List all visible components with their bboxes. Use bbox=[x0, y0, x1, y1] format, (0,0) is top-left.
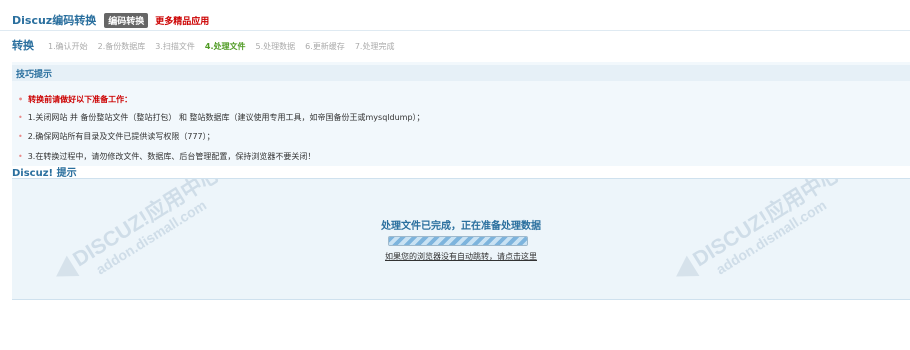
more-apps-link[interactable]: 更多精品应用 bbox=[155, 14, 209, 27]
redirect-link[interactable]: 如果您的浏览器没有自动跳转，请点击这里 bbox=[12, 251, 910, 262]
step-scan-files: 3.扫描文件 bbox=[155, 42, 195, 51]
tip-text: 3.在转换过程中，请勿修改文件、数据库、后台管理配置，保持浏览器不要关闭！ bbox=[27, 152, 316, 161]
tip-item-warning: • 转换前请做好以下准备工作： bbox=[18, 94, 132, 105]
bullet-icon: • bbox=[18, 113, 23, 122]
tip-item-2: • 2.确保网站所有目录及文件已提供读写权限（777）； bbox=[18, 131, 215, 142]
step-process-data: 5.处理数据 bbox=[255, 42, 296, 51]
tip-item-3: • 3.在转换过程中，请勿修改文件、数据库、后台管理配置，保持浏览器不要关闭！ bbox=[18, 151, 315, 162]
app-header: Discuz编码转换 编码转换 更多精品应用 bbox=[12, 12, 209, 28]
watermark-left: DISCUZ!应用中心 | 贰道 addon.dismall.com bbox=[56, 179, 275, 278]
tip-text: 1.关闭网站 并 备份整站文件（整站打包） 和 整站数据库（建议使用专用工具，如… bbox=[27, 113, 425, 122]
progress-bar bbox=[388, 236, 528, 246]
bullet-icon: • bbox=[18, 95, 24, 104]
status-message: 处理文件已完成，正在准备处理数据 bbox=[381, 221, 541, 232]
tips-panel: 技巧提示 • 转换前请做好以下准备工作： • 1.关闭网站 并 备份整站文件（整站打… bbox=[12, 62, 910, 166]
tip-text: 转换前请做好以下准备工作： bbox=[28, 95, 133, 104]
tips-title: 技巧提示 bbox=[16, 70, 53, 80]
step-navigation: 转换 1.确认开始 2.备份数据库 3.扫描文件 4.处理文件 5.处理数据 6… bbox=[12, 37, 404, 53]
tip-item-1: • 1.关闭网站 并 备份整站文件（整站打包） 和 整站数据库（建议使用专用工具，… bbox=[18, 112, 425, 123]
step-update-cache: 6.更新缓存 bbox=[305, 42, 345, 51]
notice-box: DISCUZ!应用中心 | 贰道 addon.dismall.com DISCU… bbox=[12, 178, 910, 300]
progress-fill bbox=[389, 237, 527, 245]
tips-title-bar: 技巧提示 bbox=[12, 65, 910, 81]
module-badge[interactable]: 编码转换 bbox=[104, 12, 149, 28]
steps-title: 转换 bbox=[12, 39, 34, 52]
bullet-icon: • bbox=[18, 152, 23, 161]
notice-title: Discuz! 提示 bbox=[12, 168, 77, 179]
step-process-files: 4.处理文件 bbox=[204, 42, 246, 51]
step-confirm-start: 1.确认开始 bbox=[48, 42, 88, 51]
bullet-icon: • bbox=[18, 132, 23, 141]
header-divider bbox=[0, 30, 910, 31]
app-title: Discuz编码转换 bbox=[12, 14, 97, 27]
tip-text: 2.确保网站所有目录及文件已提供读写权限（777）； bbox=[27, 132, 215, 141]
step-backup-database: 2.备份数据库 bbox=[97, 42, 146, 51]
watermark-right: DISCUZ!应用中心 | 贰道 addon.dismall.com bbox=[676, 179, 895, 278]
step-complete: 7.处理完成 bbox=[354, 42, 395, 51]
